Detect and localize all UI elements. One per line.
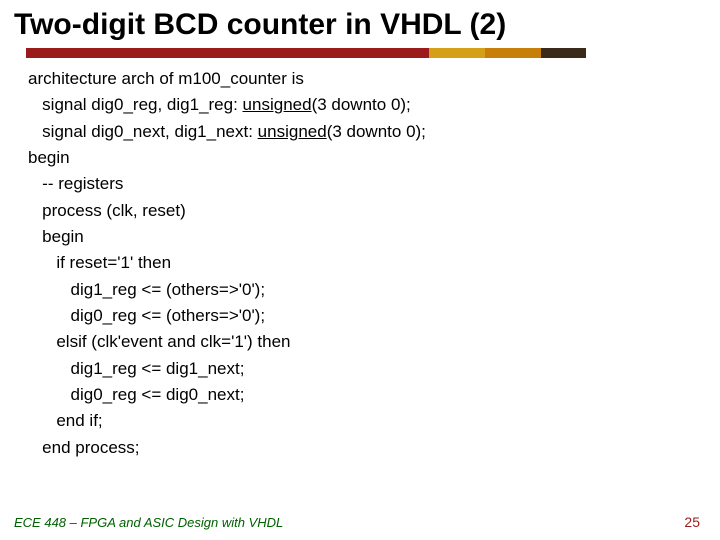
code-line: end if;: [28, 408, 700, 434]
code-line: dig0_reg <= dig0_next;: [28, 382, 700, 408]
code-line: if reset='1' then: [28, 250, 700, 276]
code-line: -- registers: [28, 171, 700, 197]
code-line: architecture arch of m100_counter is: [28, 66, 700, 92]
code-line: signal dig0_reg, dig1_reg: unsigned(3 do…: [28, 92, 700, 118]
code-line: signal dig0_next, dig1_next: unsigned(3 …: [28, 119, 700, 145]
code-line: end process;: [28, 435, 700, 461]
code-block: architecture arch of m100_counter is sig…: [14, 64, 700, 461]
footer-course: ECE 448 – FPGA and ASIC Design with VHDL: [14, 515, 283, 530]
slide-number: 25: [684, 514, 700, 530]
code-line: dig1_reg <= dig1_next;: [28, 356, 700, 382]
title-divider: [26, 48, 586, 58]
slide-title: Two-digit BCD counter in VHDL (2): [14, 8, 700, 42]
code-line: dig0_reg <= (others=>'0');: [28, 303, 700, 329]
code-line: process (clk, reset): [28, 198, 700, 224]
code-line: dig1_reg <= (others=>'0');: [28, 277, 700, 303]
code-line: begin: [28, 224, 700, 250]
code-line: elsif (clk'event and clk='1') then: [28, 329, 700, 355]
code-line: begin: [28, 145, 700, 171]
slide-footer: ECE 448 – FPGA and ASIC Design with VHDL…: [14, 514, 700, 530]
